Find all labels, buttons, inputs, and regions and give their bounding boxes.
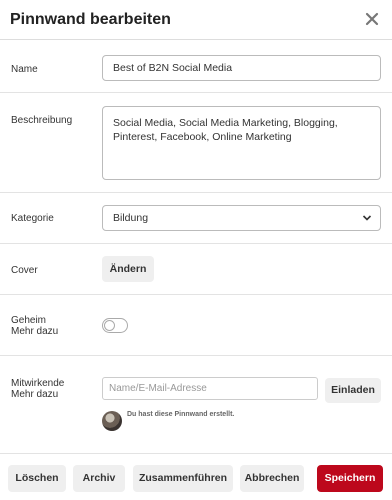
- collaborators-label: Mitwirkende: [11, 378, 65, 389]
- category-select[interactable]: Bildung: [102, 205, 381, 231]
- collaborators-row: Mitwirkende Mehr dazu: [0, 356, 392, 454]
- cover-label: Cover: [11, 265, 38, 276]
- close-icon[interactable]: [364, 11, 380, 27]
- category-label: Kategorie: [11, 213, 54, 224]
- collaborators-learn-more-link[interactable]: Mehr dazu: [11, 389, 58, 400]
- archive-button[interactable]: Archiv: [73, 465, 125, 492]
- invite-button[interactable]: Einladen: [325, 378, 381, 403]
- change-cover-button[interactable]: Ändern: [102, 256, 154, 282]
- merge-button[interactable]: Zusammenführen: [133, 465, 233, 492]
- toggle-knob: [104, 320, 115, 331]
- secret-row: Geheim Mehr dazu: [0, 295, 392, 356]
- cover-row: Cover: [0, 244, 392, 295]
- created-note: Du hast diese Pinnwand erstellt.: [127, 411, 235, 418]
- delete-button[interactable]: Löschen: [8, 465, 66, 492]
- description-label: Beschreibung: [11, 115, 73, 126]
- chevron-down-icon: [362, 215, 372, 221]
- name-input[interactable]: [102, 55, 381, 81]
- dialog-title: Pinnwand bearbeiten: [10, 11, 171, 28]
- secret-label: Geheim: [11, 315, 47, 326]
- secret-learn-more-link[interactable]: Mehr dazu: [11, 326, 58, 337]
- avatar: [102, 411, 122, 431]
- name-label: Name: [11, 64, 38, 75]
- description-textarea[interactable]: Social Media, Social Media Marketing, Bl…: [102, 106, 381, 180]
- save-button[interactable]: Speichern: [317, 465, 383, 492]
- secret-toggle[interactable]: [102, 318, 128, 333]
- dialog-header: Pinnwand bearbeiten: [0, 0, 392, 40]
- collaborator-input[interactable]: Name/E-Mail-Adresse: [102, 377, 318, 400]
- cancel-button[interactable]: Abbrechen: [240, 465, 304, 492]
- category-value: Bildung: [113, 212, 149, 224]
